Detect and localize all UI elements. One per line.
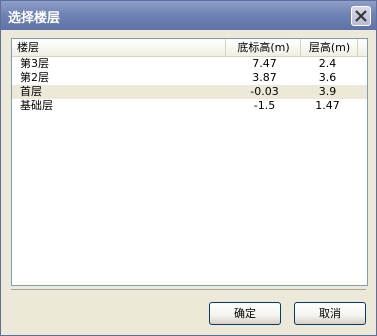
list-rows: 第3层 7.47 2.4 第2层 3.87 3.6 首层 -0.03 3.9 基… (12, 57, 367, 113)
close-icon (355, 10, 367, 22)
cancel-button[interactable]: 取消 (294, 302, 366, 325)
dialog-body: 楼层 底标高(m) 层高(m) 第3层 7.47 2.4 第2层 3.87 3.… (4, 30, 373, 332)
floor-name: 第2层 (20, 71, 49, 84)
column-header-floor[interactable]: 楼层 (12, 39, 226, 56)
column-header-height[interactable]: 层高(m) (301, 39, 358, 56)
base-elevation: -1.5 (253, 99, 276, 112)
column-header-height-label: 层高(m) (308, 41, 351, 54)
title-bar[interactable]: 选择楼层 (1, 1, 376, 30)
floor-list[interactable]: 楼层 底标高(m) 层高(m) 第3层 7.47 2.4 第2层 3.87 3.… (11, 38, 368, 286)
list-header: 楼层 底标高(m) 层高(m) (12, 39, 367, 57)
dialog-window: 选择楼层 楼层 底标高(m) 层高(m) 第3层 7.47 2.4 第2层 3.… (0, 0, 377, 336)
column-header-base-elevation[interactable]: 底标高(m) (226, 39, 301, 56)
ok-button[interactable]: 确定 (209, 302, 281, 325)
column-header-floor-label: 楼层 (17, 41, 39, 54)
divider (11, 289, 366, 290)
table-row-selected[interactable]: 首层 -0.03 3.9 (12, 85, 367, 99)
base-elevation: 3.87 (252, 71, 277, 84)
floor-height: 2.4 (318, 57, 337, 70)
floor-name: 首层 (20, 85, 42, 98)
base-elevation: -0.03 (250, 85, 279, 98)
table-row[interactable]: 第2层 3.87 3.6 (12, 71, 367, 85)
floor-name: 第3层 (20, 57, 49, 70)
base-elevation: 7.47 (252, 57, 277, 70)
close-button[interactable] (351, 6, 371, 26)
floor-name: 基础层 (20, 99, 53, 112)
table-row[interactable]: 基础层 -1.5 1.47 (12, 99, 367, 113)
table-row[interactable]: 第3层 7.47 2.4 (12, 57, 367, 71)
floor-height: 3.6 (318, 71, 337, 84)
dialog-title: 选择楼层 (8, 11, 61, 26)
floor-height: 1.47 (315, 99, 340, 112)
floor-height: 3.9 (318, 85, 337, 98)
column-header-base-elevation-label: 底标高(m) (237, 41, 290, 54)
